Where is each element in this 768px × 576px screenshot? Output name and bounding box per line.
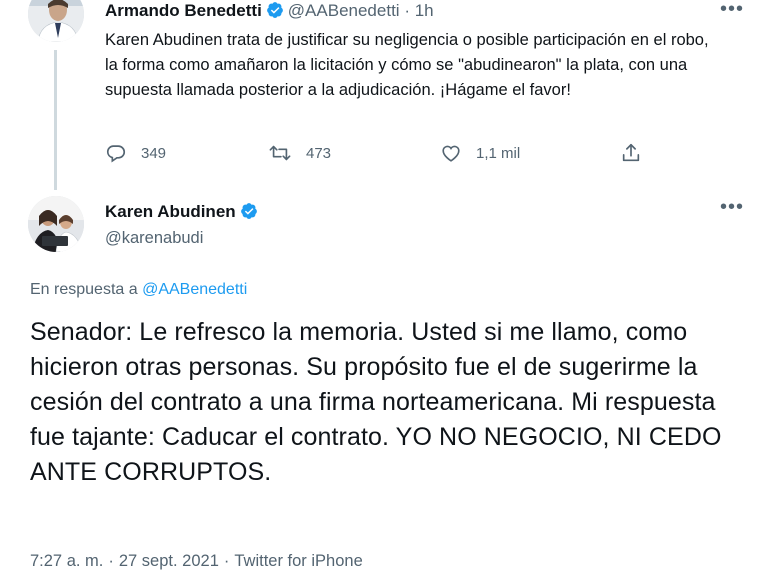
tweet-header: Karen Abudinen	[105, 202, 262, 225]
reply-count: 349	[141, 144, 167, 162]
meta-separator: ·	[223, 552, 230, 570]
reply-icon	[106, 145, 126, 163]
retweet-icon	[269, 145, 291, 161]
tweet-actions: 349 473 1,1 mil	[100, 142, 660, 168]
like-button[interactable]: 1,1 mil	[440, 142, 520, 164]
like-count: 1,1 mil	[476, 144, 521, 162]
tweet-text: Karen Abudinen trata de justificar su ne…	[105, 31, 709, 99]
author-name[interactable]: Armando Benedetti	[105, 1, 262, 20]
parent-tweet[interactable]: Armando Benedetti @AABenedetti · 1h ••• K…	[0, 0, 768, 190]
author-handle[interactable]: @AABenedetti	[288, 1, 400, 20]
more-options-icon[interactable]: •••	[720, 197, 744, 217]
avatar-armando-benedetti[interactable]	[28, 0, 84, 42]
avatar-image	[28, 196, 84, 252]
retweet-count: 473	[306, 144, 332, 162]
author-name[interactable]: Karen Abudinen	[105, 202, 236, 221]
meta-separator: ·	[108, 552, 114, 570]
tweet-header: Armando Benedetti @AABenedetti · 1h	[105, 1, 434, 24]
more-options-icon[interactable]: •••	[720, 0, 744, 19]
reply-target-link[interactable]: @AABenedetti	[142, 281, 247, 298]
avatar-image	[28, 0, 84, 42]
retweet-button[interactable]: 473	[268, 142, 331, 164]
like-icon	[442, 145, 460, 162]
tweet-date[interactable]: 27 sept. 2021	[119, 552, 219, 570]
tweet-source[interactable]: Twitter for iPhone	[234, 552, 362, 570]
reply-prefix: En respuesta a	[30, 281, 138, 298]
author-handle[interactable]: @karenabudi	[105, 229, 203, 248]
share-button[interactable]	[620, 142, 656, 164]
verified-badge-icon	[266, 1, 284, 24]
thread-connector-line	[54, 50, 57, 190]
tweet-text: Senador: Le refresco la memoria. Usted s…	[30, 318, 722, 486]
header-separator: ·	[404, 1, 410, 20]
share-icon	[622, 143, 640, 162]
tweet-time[interactable]: 7:27 a. m.	[30, 552, 103, 570]
reply-context: En respuesta a @AABenedetti	[30, 281, 247, 299]
tweet-time[interactable]: 1h	[415, 1, 434, 20]
avatar-karen-abudinen[interactable]	[28, 196, 84, 252]
reply-button[interactable]: 349	[105, 142, 166, 164]
verified-badge-icon	[240, 202, 258, 225]
tweet-metadata: 7:27 a. m. · 27 sept. 2021 · Twitter for iPh…	[30, 552, 363, 571]
